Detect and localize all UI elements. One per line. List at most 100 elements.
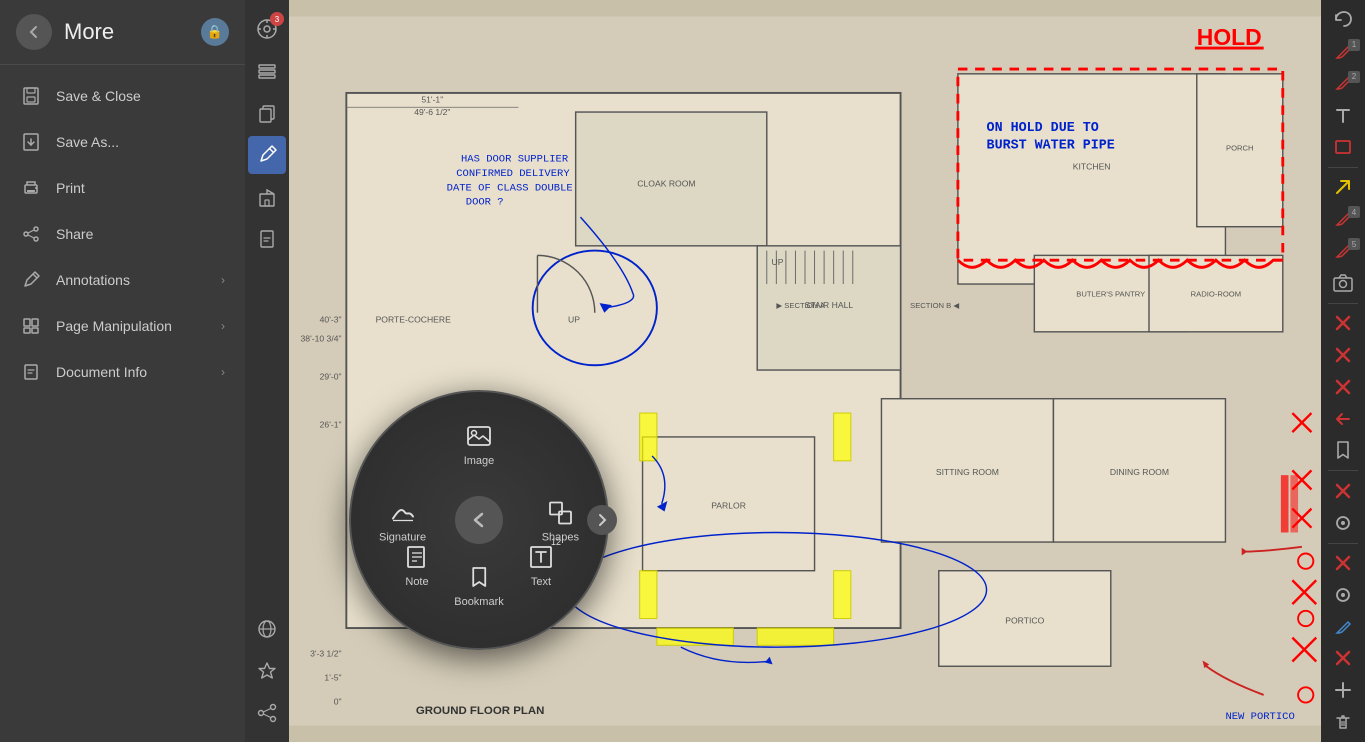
home-badge: 3 xyxy=(270,12,284,26)
nav-star-icon[interactable] xyxy=(248,652,286,690)
share-icon xyxy=(20,223,42,245)
camera-tool-button[interactable] xyxy=(1325,269,1361,297)
nav-building-icon[interactable] xyxy=(248,178,286,216)
toolbar-separator-3 xyxy=(1328,470,1358,471)
back-button[interactable] xyxy=(16,14,52,50)
radial-item-image[interactable]: Image xyxy=(463,420,495,467)
menu-label-print: Print xyxy=(56,180,85,196)
sidebar-title: More xyxy=(64,19,201,45)
svg-text:BUTLER'S PANTRY: BUTLER'S PANTRY xyxy=(1076,289,1145,298)
radial-center-button[interactable] xyxy=(455,496,503,544)
signature-icon xyxy=(387,497,419,529)
nav-edit-icon[interactable] xyxy=(248,136,286,174)
svg-text:▶ SECTION A: ▶ SECTION A xyxy=(776,301,826,310)
undo-button[interactable] xyxy=(1325,6,1361,34)
svg-text:ON HOLD DUE TO: ON HOLD DUE TO xyxy=(987,121,1099,136)
nav-share-icon[interactable] xyxy=(248,694,286,732)
cross-mark-5[interactable] xyxy=(1325,549,1361,577)
svg-text:NEW PORTICO: NEW PORTICO xyxy=(1225,711,1294,723)
cross-mark-1[interactable] xyxy=(1325,309,1361,337)
delete-button[interactable] xyxy=(1325,708,1361,736)
svg-text:RADIO-ROOM: RADIO-ROOM xyxy=(1191,289,1241,298)
right-toolbar: 1 2 4 5 xyxy=(1321,0,1365,742)
menu-item-save-as[interactable]: Save As... xyxy=(0,119,245,165)
menu-label-document-info: Document Info xyxy=(56,364,147,380)
main-content: CLOAK ROOM STAIR HALL PORTE-COCHERE PARL… xyxy=(289,0,1321,742)
blueprint-background: CLOAK ROOM STAIR HALL PORTE-COCHERE PARL… xyxy=(289,0,1321,742)
radial-item-signature[interactable]: Signature xyxy=(379,497,426,544)
radial-menu-background: Image Signature xyxy=(349,390,609,650)
annotations-icon xyxy=(20,269,42,291)
menu-label-save-as: Save As... xyxy=(56,134,119,150)
svg-text:GROUND FLOOR PLAN: GROUND FLOOR PLAN xyxy=(416,705,545,717)
nav-bookmark-icon[interactable] xyxy=(248,220,286,258)
svg-text:PORTICO: PORTICO xyxy=(1005,615,1044,625)
circle-marker-2[interactable] xyxy=(1325,581,1361,609)
menu-label-share: Share xyxy=(56,226,93,242)
save-close-icon xyxy=(20,85,42,107)
radial-item-text[interactable]: 12 Text xyxy=(525,541,557,588)
toolbar-separator-4 xyxy=(1328,543,1358,544)
page-manipulation-icon xyxy=(20,315,42,337)
arrow-tool-button[interactable] xyxy=(1325,174,1361,202)
svg-text:PORCH: PORCH xyxy=(1226,143,1254,152)
svg-text:CLOAK ROOM: CLOAK ROOM xyxy=(637,179,695,189)
radial-item-note[interactable]: Note xyxy=(401,541,433,588)
circle-marker-1[interactable] xyxy=(1325,509,1361,537)
svg-text:DINING ROOM: DINING ROOM xyxy=(1110,467,1169,477)
note-icon xyxy=(401,541,433,573)
menu-item-print[interactable]: Print xyxy=(0,165,245,211)
lock-icon: 🔒 xyxy=(201,18,229,46)
text-tool-button[interactable] xyxy=(1325,101,1361,129)
svg-text:SECTION B ◀: SECTION B ◀ xyxy=(910,301,960,310)
svg-text:UP: UP xyxy=(568,314,580,324)
rectangle-tool-button[interactable] xyxy=(1325,133,1361,161)
pen-tool-5[interactable]: 5 xyxy=(1325,237,1361,265)
menu-item-annotations[interactable]: Annotations › xyxy=(0,257,245,303)
svg-text:UP: UP xyxy=(772,257,784,267)
pen-tool-4[interactable]: 4 xyxy=(1325,205,1361,233)
annotations-chevron: › xyxy=(221,273,225,287)
radial-expand-button[interactable] xyxy=(587,505,617,535)
pen5-badge: 5 xyxy=(1348,238,1360,250)
bookmark-tool-button[interactable] xyxy=(1325,436,1361,464)
menu-item-page-manipulation[interactable]: Page Manipulation › xyxy=(0,303,245,349)
sidebar-menu: Save & Close Save As... xyxy=(0,65,245,742)
pen-tool-2[interactable]: 2 xyxy=(1325,70,1361,98)
add-button[interactable] xyxy=(1325,676,1361,704)
image-icon xyxy=(463,420,495,452)
pen-tool-1[interactable]: 1 xyxy=(1325,38,1361,66)
svg-text:HAS DOOR SUPPLIER: HAS DOOR SUPPLIER xyxy=(461,154,569,166)
document-info-chevron: › xyxy=(221,365,225,379)
radial-item-bookmark[interactable]: Bookmark xyxy=(454,561,504,608)
menu-item-save-close[interactable]: Save & Close xyxy=(0,73,245,119)
shapes-icon xyxy=(544,497,576,529)
pen2-badge: 2 xyxy=(1348,71,1360,83)
blue-pen-tool[interactable] xyxy=(1325,613,1361,641)
menu-item-share[interactable]: Share xyxy=(0,211,245,257)
bookmark-icon xyxy=(463,561,495,593)
nav-home-icon[interactable]: 3 xyxy=(248,10,286,48)
nav-globe-icon[interactable] xyxy=(248,610,286,648)
cross-mark-6[interactable] xyxy=(1325,645,1361,673)
document-info-icon xyxy=(20,361,42,383)
image-label: Image xyxy=(464,455,495,467)
svg-text:1'-5": 1'-5" xyxy=(324,673,341,683)
arrow-left-button[interactable] xyxy=(1325,405,1361,433)
print-icon xyxy=(20,177,42,199)
nav-copy-icon[interactable] xyxy=(248,94,286,132)
svg-text:SITTING ROOM: SITTING ROOM xyxy=(936,467,999,477)
nav-layers-icon[interactable] xyxy=(248,52,286,90)
svg-text:38'-10 3/4": 38'-10 3/4" xyxy=(301,333,342,343)
sidebar: More 🔒 Save & Close S xyxy=(0,0,245,742)
svg-text:DOOR ?: DOOR ? xyxy=(466,197,504,209)
cross-mark-3[interactable] xyxy=(1325,373,1361,401)
menu-item-document-info[interactable]: Document Info › xyxy=(0,349,245,395)
cross-mark-4[interactable] xyxy=(1325,477,1361,505)
svg-text:40'-3": 40'-3" xyxy=(320,314,342,324)
pen1-badge: 1 xyxy=(1348,39,1360,51)
toolbar-separator-1 xyxy=(1328,167,1358,168)
cross-mark-2[interactable] xyxy=(1325,341,1361,369)
svg-text:BURST WATER PIPE: BURST WATER PIPE xyxy=(987,138,1115,153)
svg-text:29'-0": 29'-0" xyxy=(320,372,342,382)
